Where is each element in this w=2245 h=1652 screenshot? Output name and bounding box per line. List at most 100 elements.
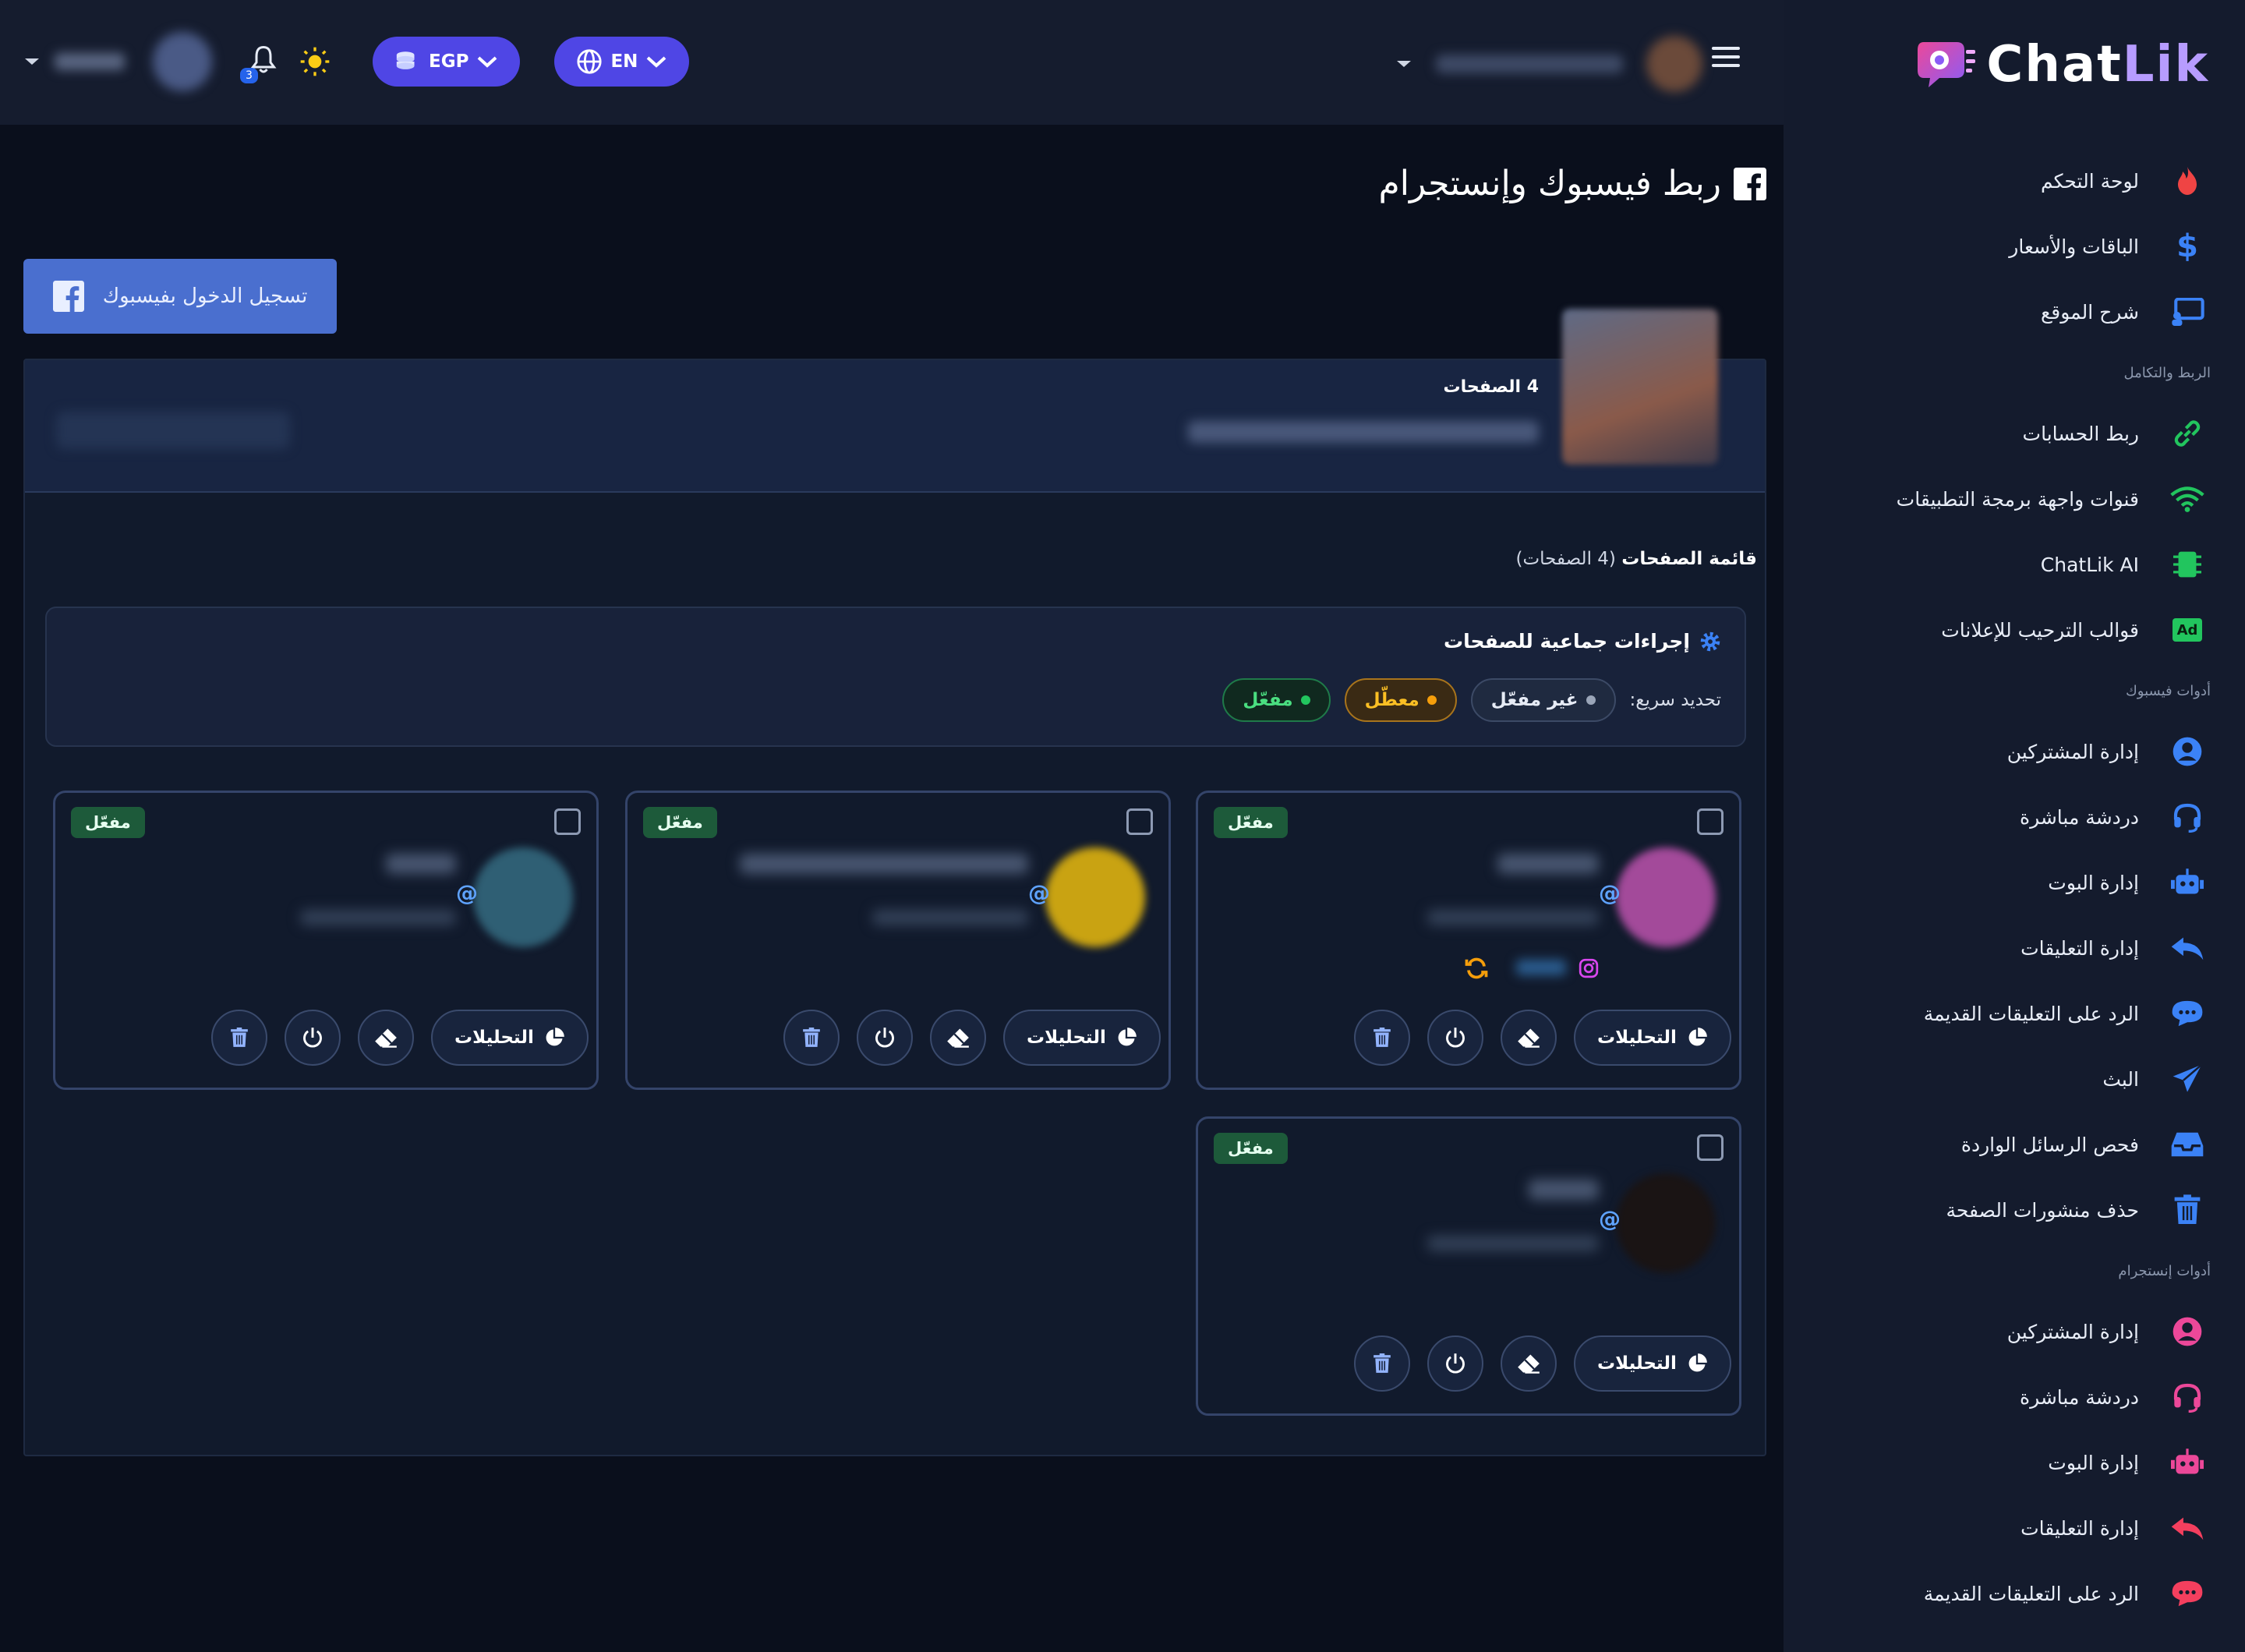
- language-selector[interactable]: EN: [554, 37, 690, 87]
- select-inactive-chip[interactable]: غير مفعّل: [1470, 678, 1616, 722]
- analytics-button[interactable]: التحليلات: [431, 1010, 589, 1066]
- sidebar-nav: لوحة التحكم $ الباقات والأسعار شرح الموق…: [1784, 148, 2245, 1626]
- clear-button[interactable]: [358, 1010, 414, 1066]
- sidebar-item-ig-comments[interactable]: إدارة التعليقات: [1784, 1495, 2245, 1561]
- delete-button[interactable]: [783, 1010, 840, 1066]
- sidebar-item-fb-broadcast[interactable]: البث: [1784, 1046, 2245, 1112]
- power-button[interactable]: [1427, 1335, 1483, 1392]
- select-enabled-chip[interactable]: مفعّل: [1222, 678, 1331, 722]
- avatar[interactable]: [153, 32, 212, 91]
- analytics-button[interactable]: التحليلات: [1574, 1335, 1731, 1392]
- pie-chart-icon: [1118, 1028, 1137, 1046]
- notification-count-badge: 3: [240, 68, 258, 83]
- chevron-down-icon: [1397, 61, 1411, 67]
- select-checkbox[interactable]: [554, 808, 581, 835]
- sidebar-item-ad-templates[interactable]: Ad قوالب الترحيب للإعلانات: [1784, 597, 2245, 663]
- chevron-down-icon[interactable]: [23, 56, 41, 67]
- sidebar-item-fb-livechat[interactable]: دردشة مباشرة: [1784, 784, 2245, 850]
- wifi-icon: [2170, 482, 2204, 516]
- sidebar-item-fb-subscribers[interactable]: إدارة المشتركين: [1784, 719, 2245, 784]
- quick-select-label: تحديد سريع:: [1629, 690, 1721, 710]
- sidebar-item-fb-inbox[interactable]: فحص الرسائل الواردة: [1784, 1112, 2245, 1177]
- instagram-handle-blurred: [1516, 960, 1566, 975]
- reply-icon: [2170, 931, 2204, 965]
- brand-name: ChatLik: [1986, 36, 2209, 94]
- delete-button[interactable]: [1354, 1010, 1410, 1066]
- at-icon: @: [1599, 1206, 1621, 1232]
- sidebar-item-fb-old-comments[interactable]: الرد على التعليقات القديمة: [1784, 981, 2245, 1046]
- select-disabled-chip[interactable]: معطّل: [1344, 678, 1457, 722]
- sidebar-item-ig-livechat[interactable]: دردشة مباشرة: [1784, 1364, 2245, 1430]
- sun-icon[interactable]: [299, 46, 331, 77]
- analytics-button[interactable]: التحليلات: [1003, 1010, 1161, 1066]
- sidebar-item-chatlik-ai[interactable]: ChatLik AI: [1784, 532, 2245, 597]
- reply-icon: [2170, 1511, 2204, 1545]
- send-icon: [2170, 1062, 2204, 1096]
- globe-icon: [577, 49, 603, 74]
- sidebar-item-ig-old-comments[interactable]: الرد على التعليقات القديمة: [1784, 1561, 2245, 1626]
- headset-icon: [2170, 1380, 2204, 1414]
- page-avatar: [1646, 36, 1702, 92]
- user-name-blurred[interactable]: [55, 53, 125, 70]
- sidebar-item-ig-bot[interactable]: إدارة البوت: [1784, 1430, 2245, 1495]
- delete-button[interactable]: [211, 1010, 267, 1066]
- pie-chart-icon: [546, 1028, 564, 1046]
- chip-icon: [2170, 547, 2204, 582]
- notification-bell[interactable]: 3: [240, 44, 278, 83]
- menu-icon[interactable]: [1712, 45, 1740, 69]
- header-left-group: 3 EGP EN: [23, 28, 690, 95]
- card-actions: التحليلات: [783, 1010, 1161, 1066]
- top-header: 3 EGP EN: [0, 0, 1784, 125]
- select-checkbox[interactable]: [1697, 1134, 1724, 1161]
- account-action-blurred[interactable]: [56, 412, 290, 449]
- at-icon: @: [1599, 880, 1621, 906]
- account-name-blurred: [1188, 421, 1539, 443]
- sidebar-item-api-channels[interactable]: قنوات واجهة برمجة التطبيقات: [1784, 466, 2245, 532]
- comment-icon: [2170, 1576, 2204, 1611]
- account-banner: 4 الصفحات: [25, 309, 1765, 493]
- pages-panel: 4 الصفحات قائمة الصفحات (4 الصفحات) إجرا…: [23, 309, 1766, 1456]
- facebook-login-button[interactable]: تسجيل الدخول بفيسبوك: [23, 259, 337, 334]
- page-card: مفعّل @ التحليلات: [53, 791, 599, 1090]
- sync-icon[interactable]: [1465, 957, 1488, 980]
- page-card: مفعّل @ التحليلات: [625, 791, 1171, 1090]
- select-checkbox[interactable]: [1697, 808, 1724, 835]
- inbox-icon: [2170, 1127, 2204, 1162]
- power-button[interactable]: [1427, 1010, 1483, 1066]
- clear-button[interactable]: [1501, 1335, 1557, 1392]
- sidebar-item-fb-comments[interactable]: إدارة التعليقات: [1784, 915, 2245, 981]
- instagram-icon: [1579, 958, 1599, 978]
- ad-icon: Ad: [2170, 613, 2204, 647]
- page-avatar: [1045, 847, 1145, 947]
- user-icon: [2170, 1314, 2204, 1349]
- sidebar-item-pricing[interactable]: $ الباقات والأسعار: [1784, 214, 2245, 279]
- power-button[interactable]: [857, 1010, 913, 1066]
- logo[interactable]: ChatLik: [1918, 36, 2209, 94]
- orange-dot-icon: [1427, 695, 1437, 705]
- sidebar-item-tutorial[interactable]: شرح الموقع: [1784, 279, 2245, 345]
- clear-button[interactable]: [930, 1010, 986, 1066]
- pages-count-label: 4 الصفحات: [1443, 377, 1539, 397]
- sidebar-item-ig-subscribers[interactable]: إدارة المشتركين: [1784, 1299, 2245, 1364]
- trash-icon: [2170, 1193, 2204, 1227]
- page-switcher[interactable]: [1395, 36, 1702, 92]
- power-button[interactable]: [285, 1010, 341, 1066]
- analytics-button[interactable]: التحليلات: [1574, 1010, 1731, 1066]
- sidebar-item-dashboard[interactable]: لوحة التحكم: [1784, 148, 2245, 214]
- status-badge: مفعّل: [643, 807, 717, 838]
- page-name-blurred: [1436, 55, 1623, 73]
- currency-selector[interactable]: EGP: [373, 37, 521, 87]
- comment-icon: [2170, 996, 2204, 1031]
- page-handle-blurred: [872, 910, 1028, 925]
- sidebar-item-fb-delete-posts[interactable]: حذف منشورات الصفحة: [1784, 1177, 2245, 1243]
- clear-button[interactable]: [1501, 1010, 1557, 1066]
- page-handle-blurred: [300, 910, 456, 925]
- sidebar-item-fb-bot[interactable]: إدارة البوت: [1784, 850, 2245, 915]
- page-card: مفعّل @ التحليلات: [1196, 1116, 1741, 1416]
- delete-button[interactable]: [1354, 1335, 1410, 1392]
- power-icon: [875, 1028, 894, 1048]
- sidebar-section-facebook: أدوات فيسبوك: [2125, 682, 2211, 699]
- select-checkbox[interactable]: [1126, 808, 1153, 835]
- sidebar-item-link-accounts[interactable]: ربط الحسابات: [1784, 401, 2245, 466]
- green-dot-icon: [1300, 695, 1310, 705]
